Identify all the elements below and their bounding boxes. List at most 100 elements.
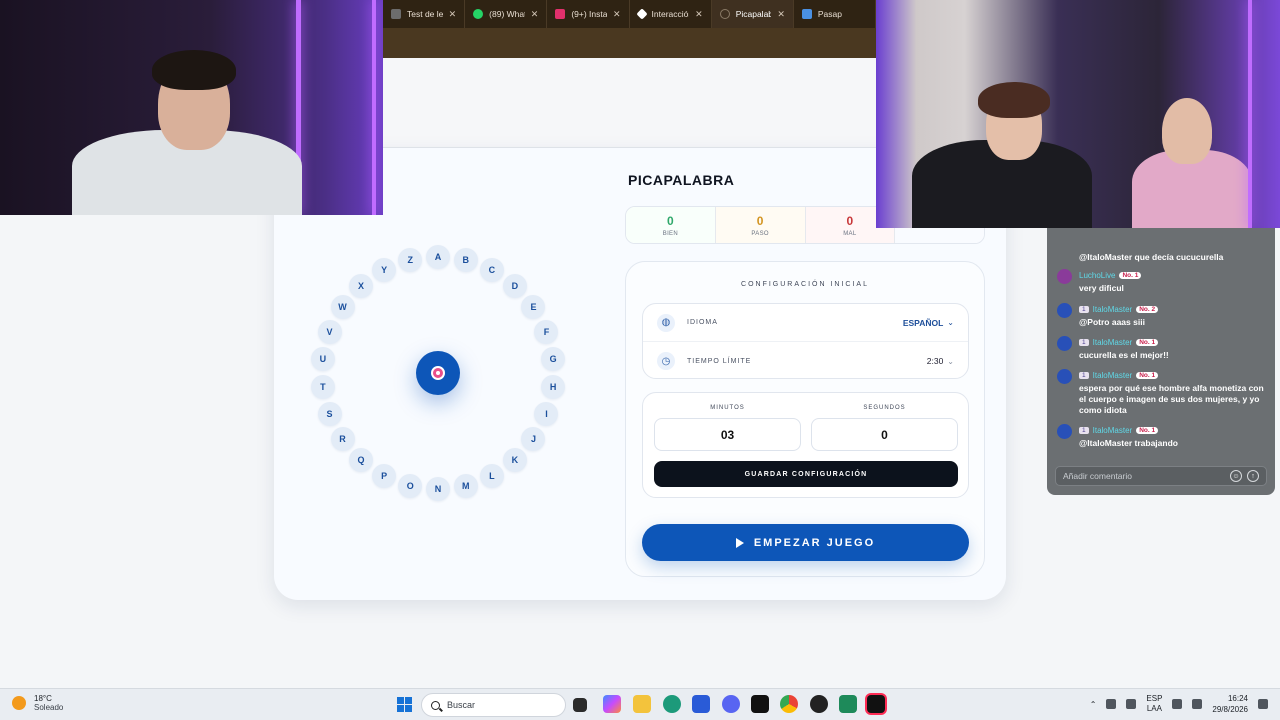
network-icon[interactable] [1106,699,1117,709]
center-target-button[interactable] [416,351,460,395]
chat-comment-input[interactable]: Añadir comentario ☺ ↑ [1055,466,1267,486]
store-icon[interactable] [692,695,710,713]
copilot-icon[interactable] [603,695,621,713]
tab-label: (9+) Instagr [571,9,607,19]
clock[interactable]: 16:24 29/8/2026 [1212,693,1248,715]
file-explorer-icon[interactable] [633,695,651,713]
app-icon[interactable] [810,695,828,713]
letter-c[interactable]: C [479,258,504,283]
avatar [1057,369,1072,384]
avatar [1057,424,1072,439]
letter-v[interactable]: V [317,319,342,344]
seconds-input[interactable]: 0 [811,418,958,451]
microphone-icon[interactable] [1126,699,1137,709]
rank-badge: No. 1 [1136,338,1159,346]
tab-test[interactable]: Test de lesb ✕ [383,0,466,28]
minutes-label: MINUTOS [710,405,745,411]
letter-y[interactable]: Y [372,258,397,283]
chat-message-text: cucurella es el mejor!! [1079,350,1169,360]
config-panel: CONFIGURACIÓN INICIAL ◍ IDIOMA ESPAÑOL ⌄… [625,261,985,577]
chat-input-placeholder: Añadir comentario [1063,471,1132,481]
letter-i[interactable]: I [534,402,559,427]
level-badge: 1 [1079,305,1089,313]
letter-o[interactable]: O [398,473,423,498]
chrome-icon[interactable] [780,695,798,713]
letter-d[interactable]: D [502,274,527,299]
chevron-down-icon: ⌄ [947,318,954,327]
chat-username[interactable]: ItaloMaster [1093,338,1133,347]
rank-badge: No. 2 [1136,305,1159,313]
chat-username[interactable]: ItaloMaster [1093,371,1133,380]
letter-h[interactable]: H [541,374,566,399]
letter-j[interactable]: J [521,426,546,451]
letter-k[interactable]: K [502,447,527,472]
close-icon[interactable]: ✕ [613,9,621,20]
letter-z[interactable]: Z [398,248,423,273]
globe-icon: ◍ [657,313,675,332]
emoji-icon[interactable]: ☺ [1230,470,1242,482]
windows-start-icon[interactable] [397,697,412,712]
weather-widget[interactable]: 18°C Soleado [12,694,63,712]
language-select[interactable]: ◍ IDIOMA ESPAÑOL ⌄ [643,304,968,342]
tab-instagram[interactable]: (9+) Instagr ✕ [547,0,630,28]
webcam-right [876,0,1280,228]
notification-icon[interactable] [1258,699,1268,709]
time-limit-select[interactable]: ◷ TIEMPO LÍMITE 2:30 ⌄ [643,342,968,380]
letter-p[interactable]: P [372,463,397,488]
tab-label: Test de lesb [407,9,443,19]
letter-n[interactable]: N [426,477,450,501]
letter-b[interactable]: B [453,248,478,273]
discord-icon[interactable] [722,695,740,713]
letter-q[interactable]: Q [349,447,374,472]
tab-picapalabra[interactable]: Picapalabra ✕ [711,0,794,28]
minutes-input[interactable]: 03 [654,418,801,451]
letter-w[interactable]: W [330,295,355,320]
close-icon[interactable]: ✕ [531,9,539,20]
letter-f[interactable]: F [534,319,559,344]
task-view-icon[interactable] [573,698,587,712]
settings-box: ◍ IDIOMA ESPAÑOL ⌄ ◷ TIEMPO LÍMITE 2:30 … [642,303,969,379]
tab-whatsapp[interactable]: (89) WhatsA ✕ [465,0,548,28]
target-icon [431,366,445,380]
volume-icon[interactable] [1192,699,1203,709]
save-config-button[interactable]: GUARDAR CONFIGURACIÓN [654,461,958,487]
start-game-button[interactable]: EMPEZAR JUEGO [642,524,969,561]
avatar [1057,303,1072,318]
tiktok-icon[interactable] [867,695,885,713]
letter-e[interactable]: E [521,295,546,320]
letter-a[interactable]: A [426,245,450,269]
avatar [1057,336,1072,351]
terminal-icon[interactable] [751,695,769,713]
letter-g[interactable]: G [541,347,566,372]
letter-x[interactable]: X [349,274,374,299]
notes-icon[interactable] [839,695,857,713]
letter-r[interactable]: R [330,426,355,451]
letter-m[interactable]: M [453,473,478,498]
send-arrow-icon[interactable]: ↑ [1247,470,1259,482]
language-indicator[interactable]: ESP LAA [1146,694,1162,714]
instagram-icon [555,9,566,19]
edge-icon[interactable] [663,695,681,713]
letter-l[interactable]: L [479,463,504,488]
close-icon[interactable]: ✕ [449,9,457,20]
tab-interaccion[interactable]: Interacción ✕ [630,0,712,28]
person-hair [978,82,1050,118]
letter-t[interactable]: T [310,374,335,399]
letter-u[interactable]: U [310,347,335,372]
tab-pasapalabra[interactable]: Pasap [794,0,877,28]
taskbar-search[interactable]: Buscar [421,693,566,717]
close-icon[interactable]: ✕ [695,9,703,20]
chat-username[interactable]: ItaloMaster [1093,426,1133,435]
wifi-icon[interactable] [1172,699,1183,709]
chat-username[interactable]: LuchoLive [1079,271,1115,280]
chevron-down-icon: ⌄ [947,356,954,366]
stat-paso: 0 PASO [715,207,806,243]
taskbar: 18°C Soleado Buscar ⌃ ESP LAA 16:24 29/8… [0,688,1280,720]
led-strip [372,0,376,215]
letter-s[interactable]: S [317,402,342,427]
weather-temperature: 18°C [34,694,52,703]
close-icon[interactable]: ✕ [777,9,785,20]
chat-username[interactable]: ItaloMaster [1093,305,1133,314]
search-icon [431,700,440,710]
chevron-up-icon[interactable]: ⌃ [1090,700,1097,709]
